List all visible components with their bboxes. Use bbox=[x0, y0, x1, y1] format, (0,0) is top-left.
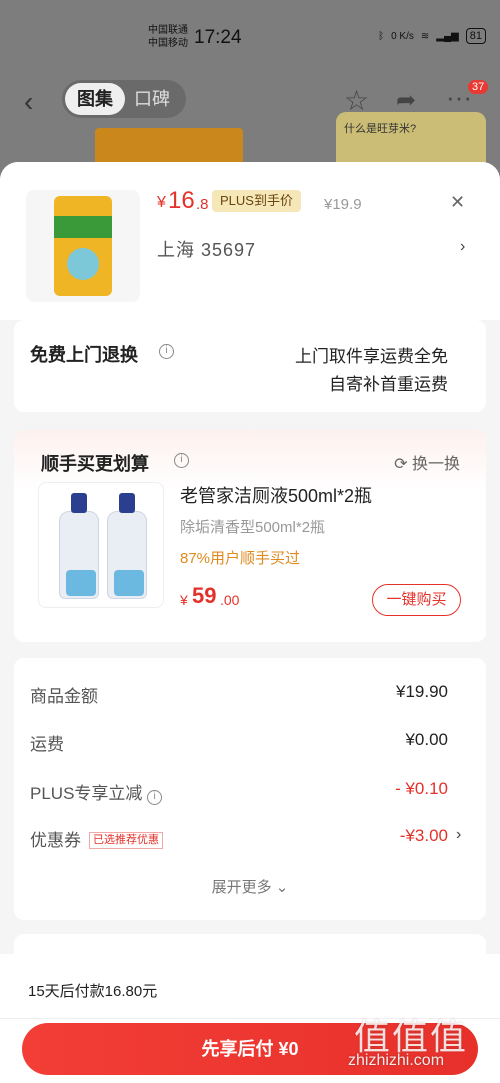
carrier-1: 中国联通 bbox=[148, 25, 188, 36]
summary-value: -¥3.00 bbox=[399, 826, 448, 845]
upsell-buyers-stat: 87%用户顺手买过 bbox=[180, 550, 301, 567]
signal-icon: ▂▄▆ bbox=[436, 30, 459, 42]
bottle-label bbox=[66, 570, 96, 596]
close-icon[interactable]: ✕ bbox=[450, 192, 465, 213]
price-symbol: ¥ bbox=[157, 194, 166, 211]
return-service-line-1: 上门取件享运费全免 bbox=[295, 347, 448, 366]
bottle-image bbox=[57, 493, 101, 603]
summary-value: ¥0.00 bbox=[405, 730, 448, 749]
summary-label: PLUS专享立减 i bbox=[30, 779, 163, 805]
bottle-label bbox=[114, 570, 144, 596]
chevron-right-icon[interactable]: › bbox=[460, 238, 465, 256]
purchase-sheet: ¥ 16 .8 PLUS到手价 ¥19.9 ✕ 上海 35697 › 免费上门退… bbox=[0, 162, 500, 1083]
summary-value: ¥19.90 bbox=[396, 682, 448, 701]
rice-bag-image bbox=[54, 196, 112, 296]
bag-band bbox=[54, 216, 112, 238]
watermark: 值值值 zhizhizhi.com bbox=[348, 1008, 493, 1078]
upsell-product-name[interactable]: 老管家洁厕液500ml*2瓶 bbox=[180, 482, 372, 508]
share-icon[interactable]: ➦ bbox=[396, 86, 416, 115]
summary-label: 优惠券 已选推荐优惠 bbox=[30, 826, 163, 851]
summary-value: - ¥0.10 bbox=[395, 779, 448, 798]
summary-label: 运费 bbox=[30, 735, 64, 754]
coupon-label: 优惠券 bbox=[30, 831, 81, 850]
carrier-names: 中国联通 中国移动 bbox=[148, 24, 188, 50]
product-header: ¥ 16 .8 PLUS到手价 ¥19.9 ✕ 上海 35697 › bbox=[0, 162, 500, 320]
gallery-segment: 图集 口碑 bbox=[62, 80, 186, 118]
original-price: ¥19.9 bbox=[324, 196, 362, 213]
chevron-down-icon: ⌄ bbox=[275, 879, 289, 896]
coupon-tag: 已选推荐优惠 bbox=[89, 832, 163, 849]
order-summary-card: 商品金额 ¥19.90 运费 ¥0.00 PLUS专享立减 i - ¥0.10 … bbox=[14, 658, 486, 920]
refresh-button[interactable]: ⟳ 换一换 bbox=[394, 450, 460, 474]
delivery-address[interactable]: 上海 35697 bbox=[157, 236, 256, 262]
plus-discount-label: PLUS专享立减 bbox=[30, 784, 143, 803]
return-service-title: 免费上门退换 bbox=[30, 345, 138, 365]
info-icon[interactable]: i bbox=[174, 453, 189, 468]
return-service-card: 免费上门退换 i 上门取件享运费全免 自寄补首重运费 bbox=[14, 320, 486, 412]
upsell-product-image[interactable] bbox=[38, 482, 164, 608]
upsell-product-spec: 除垢清香型500ml*2瓶 bbox=[180, 519, 326, 536]
tab-gallery[interactable]: 图集 bbox=[65, 83, 125, 115]
refresh-label: 换一换 bbox=[411, 456, 460, 473]
expand-more-button[interactable]: 展开更多 ⌄ bbox=[14, 876, 486, 897]
product-thumbnail[interactable] bbox=[26, 190, 140, 302]
summary-row-goods: 商品金额 ¥19.90 bbox=[30, 682, 448, 708]
summary-row-plus-discount: PLUS专享立减 i - ¥0.10 bbox=[30, 779, 448, 805]
plus-price-tag: PLUS到手价 bbox=[212, 190, 301, 212]
net-speed: 0 K/s bbox=[391, 30, 414, 42]
pay-later-text: 15天后付款16.80元 bbox=[28, 983, 158, 1000]
bluetooth-icon: ᛒ bbox=[378, 30, 385, 42]
back-icon[interactable]: ‹ bbox=[24, 86, 33, 118]
bottle-cap bbox=[119, 493, 135, 513]
price-decimal: .8 bbox=[196, 196, 209, 213]
bag-mascot bbox=[67, 248, 99, 280]
chevron-right-icon[interactable]: › bbox=[456, 826, 461, 844]
status-icons: ᛒ 0 K/s ≋ ▂▄▆ 81 bbox=[378, 28, 486, 44]
tab-reviews[interactable]: 口碑 bbox=[134, 83, 170, 115]
refresh-icon: ⟳ bbox=[394, 456, 408, 473]
return-service-line-2: 自寄补首重运费 bbox=[329, 375, 448, 394]
wifi-icon: ≋ bbox=[420, 30, 430, 42]
info-icon[interactable]: i bbox=[159, 344, 174, 359]
clock: 17:24 bbox=[194, 27, 242, 48]
upsell-price-decimal: .00 bbox=[220, 592, 240, 608]
upsell-price-symbol: ¥ bbox=[180, 592, 188, 608]
summary-label: 商品金额 bbox=[30, 687, 98, 706]
bottle-cap bbox=[71, 493, 87, 513]
expand-more-label: 展开更多 bbox=[211, 879, 272, 896]
upsell-title: 顺手买更划算 bbox=[41, 454, 149, 474]
upsell-price-integer: 59 bbox=[192, 583, 217, 608]
one-click-buy-button[interactable]: 一键购买 bbox=[372, 584, 461, 616]
bottle-image bbox=[105, 493, 149, 603]
watermark-site: zhizhizhi.com bbox=[348, 1052, 445, 1069]
carrier-2: 中国移动 bbox=[148, 38, 188, 49]
price-integer: 16 bbox=[168, 187, 195, 214]
info-icon[interactable]: i bbox=[147, 790, 163, 805]
bottle-body bbox=[107, 511, 147, 599]
bottle-body bbox=[59, 511, 99, 599]
summary-row-shipping: 运费 ¥0.00 bbox=[30, 730, 448, 756]
background-card-title: 什么是旺芽米? bbox=[344, 123, 417, 135]
message-badge: 37 bbox=[468, 80, 489, 94]
summary-row-coupon[interactable]: 优惠券 已选推荐优惠 -¥3.00 bbox=[30, 826, 448, 852]
status-bar: 中国联通 中国移动 17:24 ᛒ 0 K/s ≋ ▂▄▆ 81 bbox=[0, 0, 500, 70]
upsell-card: 顺手买更划算 i ⟳ 换一换 老管家洁厕液500ml*2瓶 除垢清香型500ml… bbox=[14, 430, 486, 642]
battery-icon: 81 bbox=[465, 28, 486, 44]
